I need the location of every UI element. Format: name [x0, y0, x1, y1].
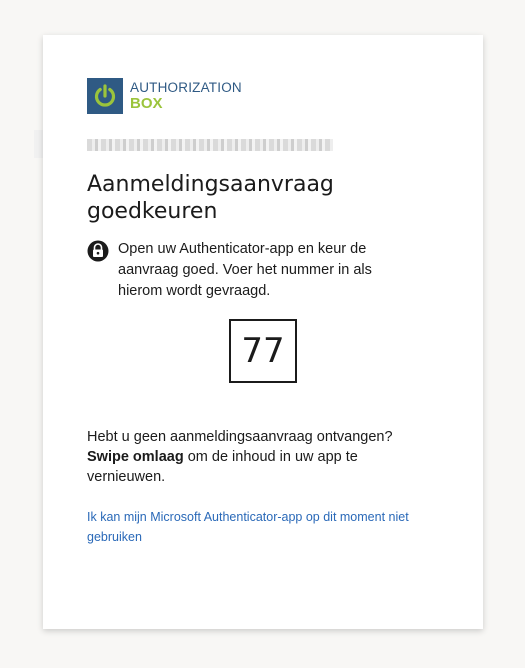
logo-line-box: BOX [130, 94, 163, 112]
instruction-text: Open uw Authenticator-app en keur de aan… [118, 241, 372, 299]
swipe-down-emphasis: Swipe omlaag [87, 449, 184, 465]
logo-text: AUTHORIZATION BOX [130, 78, 242, 111]
authenticator-instruction: Open uw Authenticator-app en keur de aan… [87, 239, 418, 302]
power-icon-svg [94, 84, 116, 107]
lock-icon [87, 240, 109, 262]
sign-in-card: AUTHORIZATION BOX Aanmeldingsaanvraag go… [43, 35, 483, 629]
page-title: Aanmeldingsaanvraag goedkeuren [87, 172, 334, 224]
logo-line-authorization: AUTHORIZATION [130, 80, 242, 95]
redacted-account-email [87, 139, 333, 151]
no-request-question: Hebt u geen aanmeldingsaanvraag ontvange… [87, 429, 393, 445]
no-request-info: Hebt u geen aanmeldingsaanvraag ontvange… [87, 427, 427, 487]
verification-number: 77 [229, 319, 297, 383]
lock-icon-svg [87, 240, 109, 262]
authorization-box-logo: AUTHORIZATION BOX [87, 78, 242, 114]
cannot-use-authenticator-link[interactable]: Ik kan mijn Microsoft Authenticator-app … [87, 507, 447, 547]
power-icon [87, 78, 123, 114]
